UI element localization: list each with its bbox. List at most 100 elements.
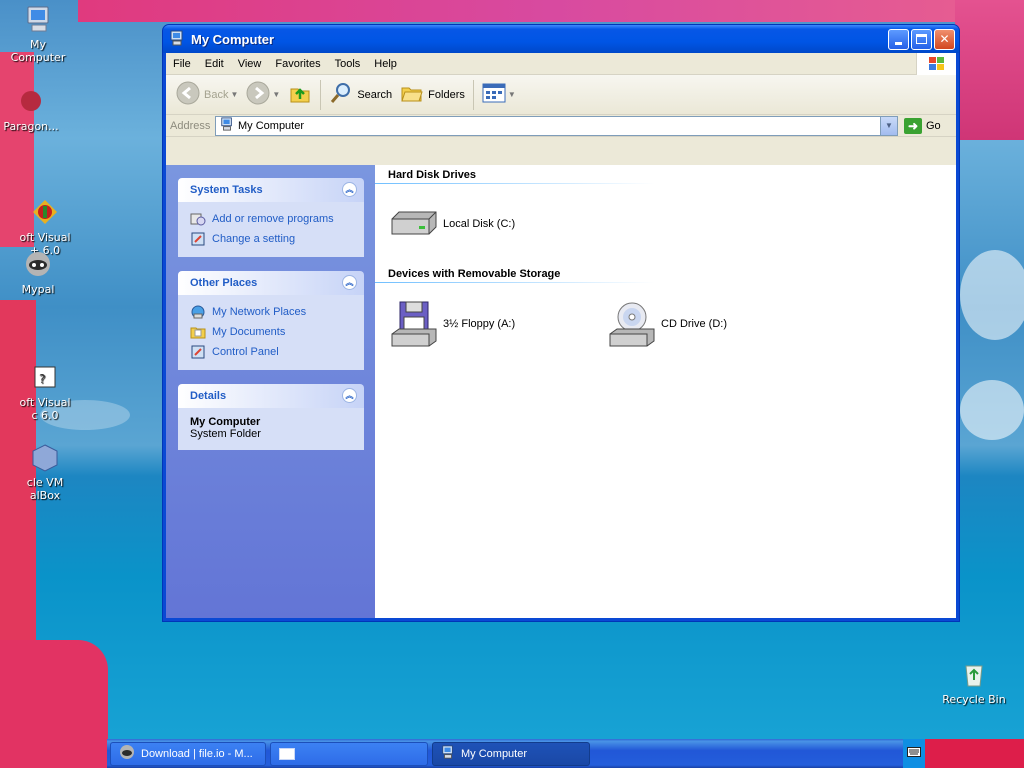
desktop-icon-recycle-bin[interactable]: Recycle Bin: [939, 658, 1009, 706]
task-add-remove-programs[interactable]: Add or remove programs: [190, 209, 354, 229]
close-button[interactable]: ✕: [934, 28, 955, 50]
folders-button[interactable]: Folders: [396, 79, 469, 111]
views-dropdown-icon[interactable]: ▼: [508, 90, 516, 99]
folders-label: Folders: [428, 88, 465, 101]
go-button[interactable]: ➜ Go: [904, 117, 952, 134]
control-panel-icon: [190, 344, 206, 360]
toolbar-separator: [320, 79, 322, 110]
system-tasks-body: Add or remove programs Change a setting: [178, 202, 364, 257]
desktop-icon-label: Mypal: [21, 283, 55, 296]
desktop-icon-paragon[interactable]: Paragon...: [0, 85, 66, 133]
other-places-panel: Other Places ︽ My Network Places My Docu…: [178, 271, 364, 370]
maximize-button[interactable]: [911, 28, 932, 50]
desktop-icon-label: My Computer: [10, 38, 66, 64]
drive-floppy-a[interactable]: 3½ Floppy (A:): [389, 301, 607, 347]
back-button[interactable]: Back ▼: [172, 79, 242, 111]
menu-file[interactable]: File: [166, 53, 198, 75]
desktop-icon-mypal[interactable]: Mypal: [3, 248, 73, 296]
address-bar: Address My Computer ▼ ➜ Go: [166, 115, 956, 137]
standard-toolbar: Back ▼ ▼ Search Folders ▼: [166, 75, 956, 115]
forward-dropdown-icon[interactable]: ▼: [272, 90, 280, 99]
desktop-icon-virtualbox[interactable]: cle VM alBox: [10, 415, 80, 515]
menu-help[interactable]: Help: [367, 53, 404, 75]
collapse-chevron-icon[interactable]: ︽: [342, 182, 357, 197]
control-panel-icon: [190, 231, 206, 247]
computer-icon: [441, 745, 455, 762]
back-dropdown-icon[interactable]: ▼: [230, 90, 238, 99]
cd-drive-icon: [607, 301, 657, 347]
place-control-panel[interactable]: Control Panel: [190, 342, 354, 362]
task-change-setting[interactable]: Change a setting: [190, 229, 354, 249]
drive-local-disk-c[interactable]: Local Disk (C:): [389, 201, 607, 247]
address-input[interactable]: My Computer ▼: [215, 115, 898, 136]
place-label: My Network Places: [212, 306, 307, 318]
computer-icon: [220, 117, 234, 134]
taskbar-button-my-computer[interactable]: My Computer: [432, 741, 590, 766]
taskbar-button-window[interactable]: [270, 741, 428, 766]
place-my-documents[interactable]: My Documents: [190, 322, 354, 342]
mypal-icon: [22, 248, 54, 280]
desktop-icon-my-computer[interactable]: My Computer: [3, 3, 73, 64]
go-label: Go: [926, 119, 941, 132]
computer-icon: [22, 3, 54, 35]
desktop-icon-label: Paragon...: [3, 120, 59, 133]
address-dropdown-icon[interactable]: ▼: [880, 116, 897, 135]
menu-tools[interactable]: Tools: [328, 53, 368, 75]
task-pane: System Tasks ︽ Add or remove programs Ch…: [166, 165, 375, 618]
go-arrow-icon: ➜: [904, 117, 922, 134]
taskbar-button-download[interactable]: Download | file.io - M...: [110, 741, 266, 766]
drive-label: 3½ Floppy (A:): [443, 318, 516, 330]
desktop-icon-label: Recycle Bin: [942, 693, 1006, 706]
address-label: Address: [170, 119, 211, 132]
menu-favorites[interactable]: Favorites: [268, 53, 327, 75]
close-icon: ✕: [939, 32, 950, 46]
my-documents-icon: [190, 324, 206, 340]
details-header[interactable]: Details ︽: [178, 384, 364, 408]
forward-button[interactable]: ▼: [242, 79, 284, 111]
place-my-network-places[interactable]: My Network Places: [190, 302, 354, 322]
taskbar: Download | file.io - M... My Computer: [107, 739, 903, 768]
other-places-body: My Network Places My Documents Control P…: [178, 295, 364, 370]
my-computer-window: My Computer ✕ File Edit View Favorites T…: [162, 24, 960, 622]
desktop-icon-label: cle VM alBox: [26, 476, 64, 502]
add-remove-programs-icon: [190, 211, 206, 227]
svg-text:?: ?: [39, 372, 45, 386]
collapse-chevron-icon[interactable]: ︽: [342, 275, 357, 290]
task-label: Add or remove programs: [212, 213, 334, 225]
windows-logo-icon: [916, 53, 956, 75]
drive-label: Local Disk (C:): [443, 218, 516, 230]
drive-label: CD Drive (D:): [661, 318, 727, 330]
menu-edit[interactable]: Edit: [198, 53, 231, 75]
group-removable-storage: Devices with Removable Storage: [388, 268, 561, 280]
system-tray: [903, 739, 925, 768]
system-tasks-title: System Tasks: [190, 184, 263, 196]
up-button[interactable]: [284, 79, 316, 111]
views-button[interactable]: ▼: [478, 79, 520, 111]
menu-view[interactable]: View: [231, 53, 269, 75]
paragon-icon: [15, 85, 47, 117]
keyboard-icon[interactable]: [907, 747, 921, 760]
wallpaper-cloud: [960, 380, 1024, 440]
place-label: My Documents: [212, 326, 286, 338]
wallpaper-pink-left-3: [0, 640, 108, 768]
hard-disk-list: Local Disk (C:): [375, 184, 956, 264]
group-hard-disk-drives: Hard Disk Drives: [388, 169, 477, 181]
virtualbox-icon: [29, 428, 61, 472]
search-button[interactable]: Search: [325, 79, 396, 111]
taskbar-button-label: Download | file.io - M...: [141, 747, 253, 760]
network-places-icon: [190, 304, 206, 320]
taskbar-button-label: My Computer: [461, 747, 528, 760]
window-icon: [279, 747, 295, 760]
search-icon: [329, 81, 353, 108]
details-type: System Folder: [190, 428, 261, 440]
drive-cd-d[interactable]: CD Drive (D:): [607, 301, 825, 347]
other-places-header[interactable]: Other Places ︽: [178, 271, 364, 295]
minimize-button[interactable]: [888, 28, 909, 50]
back-label: Back: [204, 88, 229, 101]
computer-icon: [169, 30, 185, 49]
details-panel: Details ︽ My Computer System Folder: [178, 384, 364, 450]
collapse-chevron-icon[interactable]: ︽: [342, 388, 357, 403]
system-tasks-header[interactable]: System Tasks ︽: [178, 178, 364, 202]
title-bar[interactable]: My Computer ✕: [163, 25, 959, 53]
details-title: Details: [190, 390, 227, 402]
